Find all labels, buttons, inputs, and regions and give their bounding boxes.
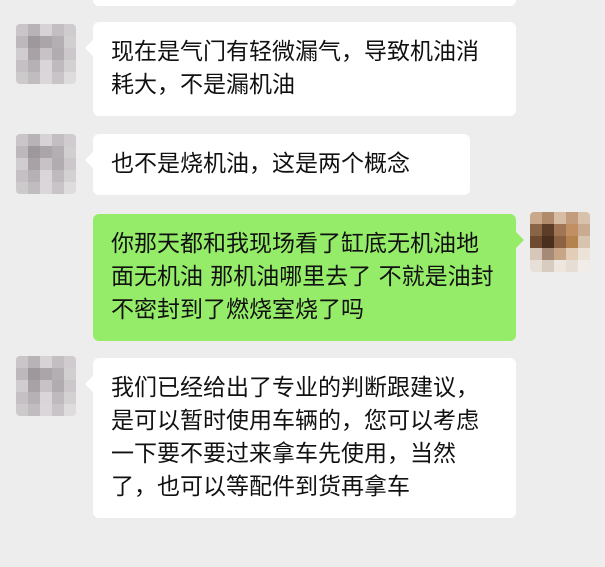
message-text: 你那天都和我现场看了缸底无机油地面无机油 那机油哪里去了 不就是油封不密封到了燃… bbox=[111, 231, 494, 323]
message-text: 现在是气门有轻微漏气，导致机油消耗大，不是漏机油 bbox=[111, 39, 479, 98]
contact-avatar[interactable] bbox=[16, 356, 76, 416]
contact-avatar[interactable] bbox=[16, 134, 76, 194]
message-text: 也不是烧机油，这是两个概念 bbox=[111, 151, 410, 177]
outgoing-message[interactable]: 你那天都和我现场看了缸底无机油地面无机油 那机油哪里去了 不就是油封不密封到了燃… bbox=[93, 214, 524, 341]
incoming-message[interactable]: 现在是气门有轻微漏气，导致机油消耗大，不是漏机油 bbox=[85, 22, 516, 116]
contact-avatar[interactable] bbox=[16, 24, 76, 84]
my-avatar[interactable] bbox=[530, 212, 590, 272]
chat-conversation: 现在是气门有轻微漏气，导致机油消耗大，不是漏机油 也不是烧机油，这是两个概念 你… bbox=[0, 0, 605, 567]
incoming-message[interactable]: 我们已经给出了专业的判断跟建议，是可以暂时使用车辆的，您可以考虑一下要不要过来拿… bbox=[85, 358, 516, 518]
message-text: 我们已经给出了专业的判断跟建议，是可以暂时使用车辆的，您可以考虑一下要不要过来拿… bbox=[111, 375, 479, 500]
incoming-message[interactable]: 也不是烧机油，这是两个概念 bbox=[85, 134, 470, 195]
previous-message-bubble-fragment bbox=[93, 0, 516, 6]
